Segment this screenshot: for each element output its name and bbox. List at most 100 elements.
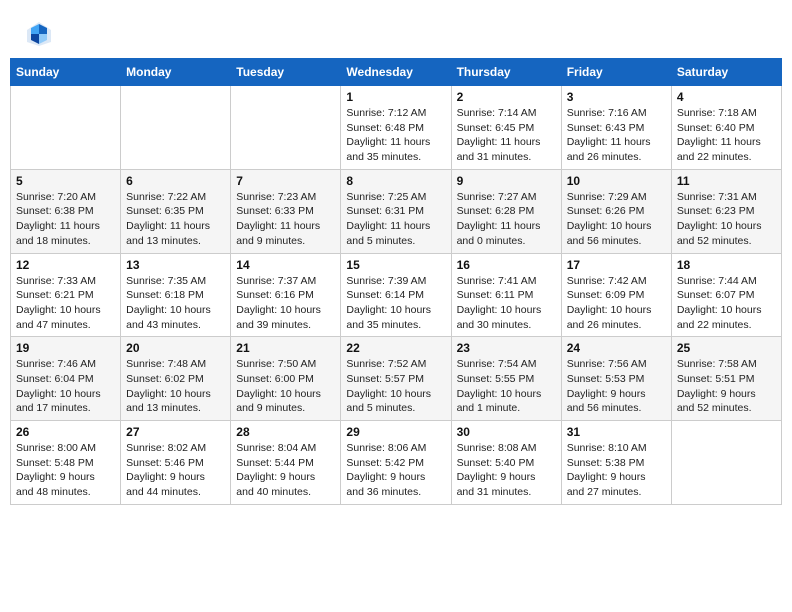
calendar-cell: 9 Sunrise: 7:27 AM Sunset: 6:28 PM Daylig… [451, 169, 561, 253]
day-info: Sunrise: 7:20 AM Sunset: 6:38 PM Dayligh… [16, 190, 115, 249]
calendar-cell: 19Sunrise: 7:46 AM Sunset: 6:04 PM Dayli… [11, 337, 121, 421]
calendar-cell: 28 Sunrise: 8:04 AM Sunset: 5:44 PM Dayli… [231, 421, 341, 505]
calendar-cell [11, 86, 121, 170]
day-number: 21 [236, 341, 335, 355]
weekday-header-row: SundayMondayTuesdayWednesdayThursdayFrid… [11, 59, 782, 86]
day-number: 15 [346, 258, 445, 272]
day-number: 18 [677, 258, 776, 272]
day-number: 27 [126, 425, 225, 439]
calendar-cell: 18 Sunrise: 7:44 AM Sunset: 6:07 PM Dayli… [671, 253, 781, 337]
calendar-cell: 17 Sunrise: 7:42 AM Sunset: 6:09 PM Dayli… [561, 253, 671, 337]
day-number: 20 [126, 341, 225, 355]
calendar-cell [121, 86, 231, 170]
day-number: 22 [346, 341, 445, 355]
weekday-header-tuesday: Tuesday [231, 59, 341, 86]
calendar-cell: 16Sunrise: 7:41 AM Sunset: 6:11 PM Dayli… [451, 253, 561, 337]
calendar-cell: 3 Sunrise: 7:16 AM Sunset: 6:43 PM Daylig… [561, 86, 671, 170]
calendar-header: SundayMondayTuesdayWednesdayThursdayFrid… [11, 59, 782, 86]
day-info: Sunrise: 7:39 AM Sunset: 6:14 PM Dayligh… [346, 274, 445, 333]
day-info: Sunrise: 7:48 AM Sunset: 6:02 PM Dayligh… [126, 357, 225, 416]
day-number: 16 [457, 258, 556, 272]
day-number: 2 [457, 90, 556, 104]
day-info: Sunrise: 7:54 AM Sunset: 5:55 PM Dayligh… [457, 357, 556, 416]
calendar-week-row: 12 Sunrise: 7:33 AM Sunset: 6:21 PM Dayli… [11, 253, 782, 337]
day-info: Sunrise: 7:35 AM Sunset: 6:18 PM Dayligh… [126, 274, 225, 333]
day-info: Sunrise: 8:10 AM Sunset: 5:38 PM Dayligh… [567, 441, 666, 500]
day-number: 9 [457, 174, 556, 188]
day-number: 31 [567, 425, 666, 439]
day-info: Sunrise: 7:29 AM Sunset: 6:26 PM Dayligh… [567, 190, 666, 249]
calendar-cell: 23 Sunrise: 7:54 AM Sunset: 5:55 PM Dayli… [451, 337, 561, 421]
calendar-cell: 10 Sunrise: 7:29 AM Sunset: 6:26 PM Dayli… [561, 169, 671, 253]
day-number: 4 [677, 90, 776, 104]
calendar-cell: 21 Sunrise: 7:50 AM Sunset: 6:00 PM Dayli… [231, 337, 341, 421]
day-number: 26 [16, 425, 115, 439]
logo [25, 20, 57, 48]
day-info: Sunrise: 7:58 AM Sunset: 5:51 PM Dayligh… [677, 357, 776, 416]
calendar-week-row: 1 Sunrise: 7:12 AM Sunset: 6:48 PM Daylig… [11, 86, 782, 170]
day-number: 23 [457, 341, 556, 355]
calendar-cell: 30 Sunrise: 8:08 AM Sunset: 5:40 PM Dayli… [451, 421, 561, 505]
day-info: Sunrise: 7:14 AM Sunset: 6:45 PM Dayligh… [457, 106, 556, 165]
day-info: Sunrise: 7:22 AM Sunset: 6:35 PM Dayligh… [126, 190, 225, 249]
day-info: Sunrise: 8:06 AM Sunset: 5:42 PM Dayligh… [346, 441, 445, 500]
day-number: 3 [567, 90, 666, 104]
calendar-cell: 14 Sunrise: 7:37 AM Sunset: 6:16 PM Dayli… [231, 253, 341, 337]
calendar-cell: 11Sunrise: 7:31 AM Sunset: 6:23 PM Dayli… [671, 169, 781, 253]
weekday-header-thursday: Thursday [451, 59, 561, 86]
day-info: Sunrise: 7:46 AM Sunset: 6:04 PM Dayligh… [16, 357, 115, 416]
day-number: 29 [346, 425, 445, 439]
day-info: Sunrise: 7:50 AM Sunset: 6:00 PM Dayligh… [236, 357, 335, 416]
day-info: Sunrise: 7:37 AM Sunset: 6:16 PM Dayligh… [236, 274, 335, 333]
calendar-week-row: 19Sunrise: 7:46 AM Sunset: 6:04 PM Dayli… [11, 337, 782, 421]
day-info: Sunrise: 7:12 AM Sunset: 6:48 PM Dayligh… [346, 106, 445, 165]
calendar-cell [671, 421, 781, 505]
day-info: Sunrise: 7:31 AM Sunset: 6:23 PM Dayligh… [677, 190, 776, 249]
day-info: Sunrise: 7:27 AM Sunset: 6:28 PM Dayligh… [457, 190, 556, 249]
calendar-cell: 13Sunrise: 7:35 AM Sunset: 6:18 PM Dayli… [121, 253, 231, 337]
weekday-header-saturday: Saturday [671, 59, 781, 86]
day-number: 14 [236, 258, 335, 272]
calendar-cell: 20 Sunrise: 7:48 AM Sunset: 6:02 PM Dayli… [121, 337, 231, 421]
day-number: 8 [346, 174, 445, 188]
day-info: Sunrise: 8:00 AM Sunset: 5:48 PM Dayligh… [16, 441, 115, 500]
day-number: 5 [16, 174, 115, 188]
day-info: Sunrise: 7:52 AM Sunset: 5:57 PM Dayligh… [346, 357, 445, 416]
day-number: 7 [236, 174, 335, 188]
day-info: Sunrise: 7:44 AM Sunset: 6:07 PM Dayligh… [677, 274, 776, 333]
day-info: Sunrise: 7:25 AM Sunset: 6:31 PM Dayligh… [346, 190, 445, 249]
day-number: 12 [16, 258, 115, 272]
calendar-cell: 24 Sunrise: 7:56 AM Sunset: 5:53 PM Dayli… [561, 337, 671, 421]
day-info: Sunrise: 7:56 AM Sunset: 5:53 PM Dayligh… [567, 357, 666, 416]
calendar-cell: 12 Sunrise: 7:33 AM Sunset: 6:21 PM Dayli… [11, 253, 121, 337]
calendar-cell: 5 Sunrise: 7:20 AM Sunset: 6:38 PM Daylig… [11, 169, 121, 253]
day-info: Sunrise: 8:04 AM Sunset: 5:44 PM Dayligh… [236, 441, 335, 500]
day-info: Sunrise: 7:42 AM Sunset: 6:09 PM Dayligh… [567, 274, 666, 333]
weekday-header-monday: Monday [121, 59, 231, 86]
weekday-header-wednesday: Wednesday [341, 59, 451, 86]
calendar-cell: 1 Sunrise: 7:12 AM Sunset: 6:48 PM Daylig… [341, 86, 451, 170]
calendar-cell: 27 Sunrise: 8:02 AM Sunset: 5:46 PM Dayli… [121, 421, 231, 505]
day-info: Sunrise: 8:08 AM Sunset: 5:40 PM Dayligh… [457, 441, 556, 500]
day-number: 24 [567, 341, 666, 355]
calendar-cell: 8 Sunrise: 7:25 AM Sunset: 6:31 PM Daylig… [341, 169, 451, 253]
day-info: Sunrise: 8:02 AM Sunset: 5:46 PM Dayligh… [126, 441, 225, 500]
calendar-cell: 2 Sunrise: 7:14 AM Sunset: 6:45 PM Daylig… [451, 86, 561, 170]
calendar-cell: 7 Sunrise: 7:23 AM Sunset: 6:33 PM Daylig… [231, 169, 341, 253]
day-info: Sunrise: 7:23 AM Sunset: 6:33 PM Dayligh… [236, 190, 335, 249]
calendar-week-row: 26 Sunrise: 8:00 AM Sunset: 5:48 PM Dayli… [11, 421, 782, 505]
day-number: 25 [677, 341, 776, 355]
day-number: 1 [346, 90, 445, 104]
day-number: 17 [567, 258, 666, 272]
day-info: Sunrise: 7:16 AM Sunset: 6:43 PM Dayligh… [567, 106, 666, 165]
calendar-cell [231, 86, 341, 170]
day-info: Sunrise: 7:33 AM Sunset: 6:21 PM Dayligh… [16, 274, 115, 333]
day-number: 30 [457, 425, 556, 439]
calendar-cell: 6Sunrise: 7:22 AM Sunset: 6:35 PM Daylig… [121, 169, 231, 253]
day-number: 10 [567, 174, 666, 188]
calendar-body: 1 Sunrise: 7:12 AM Sunset: 6:48 PM Daylig… [11, 86, 782, 505]
day-info: Sunrise: 7:18 AM Sunset: 6:40 PM Dayligh… [677, 106, 776, 165]
day-number: 28 [236, 425, 335, 439]
logo-icon [25, 20, 53, 48]
calendar-cell: 15 Sunrise: 7:39 AM Sunset: 6:14 PM Dayli… [341, 253, 451, 337]
